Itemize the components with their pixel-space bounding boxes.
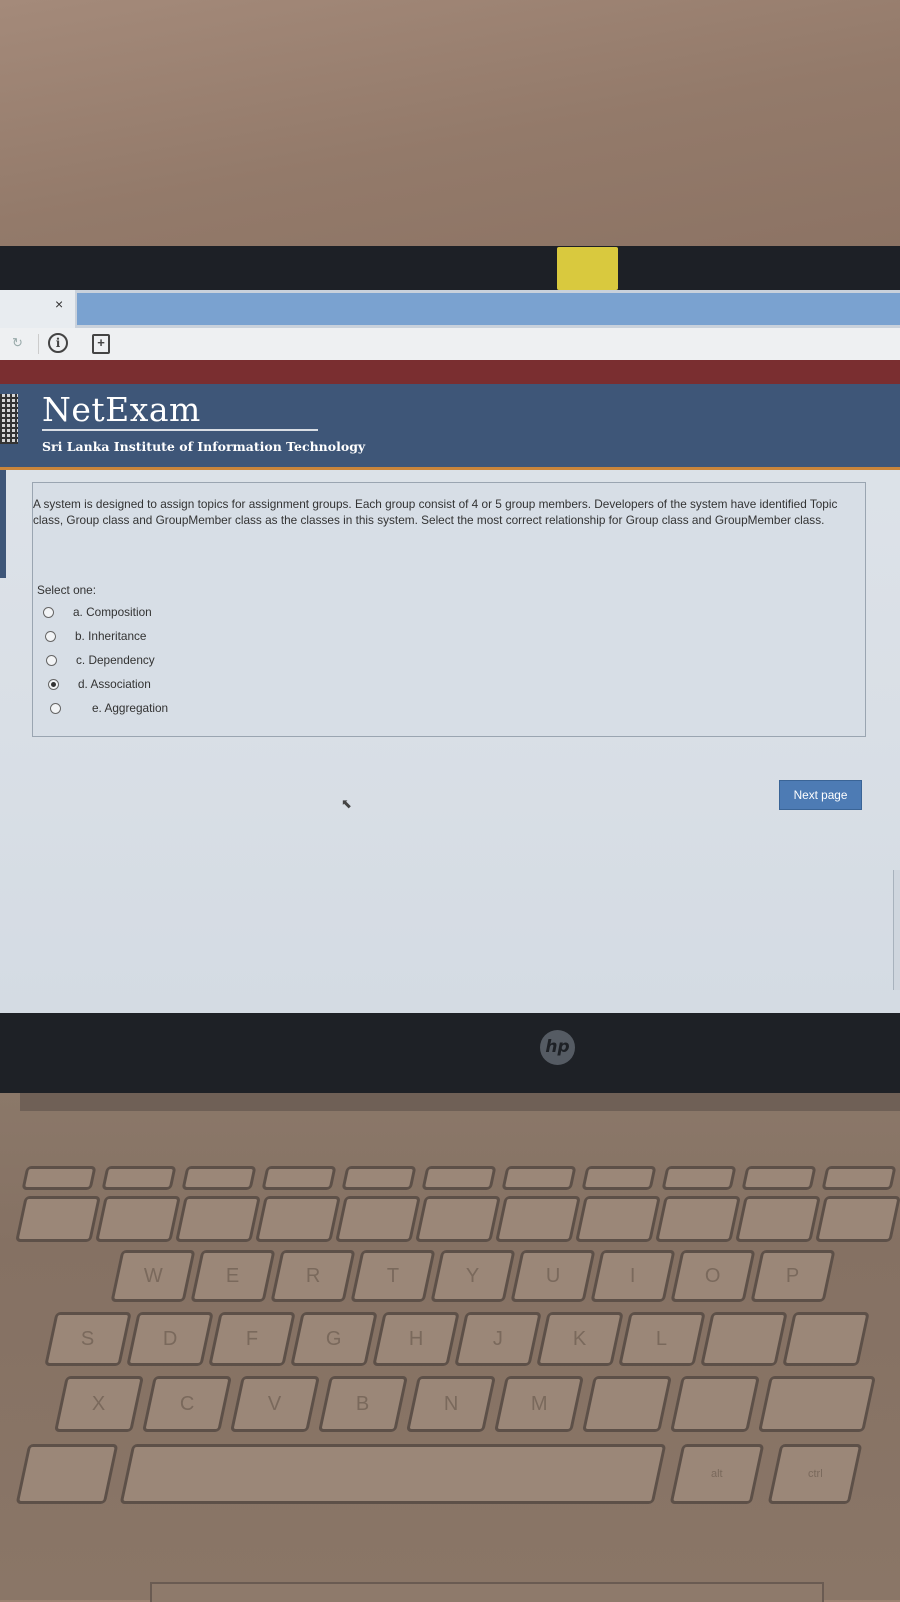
logo-icon bbox=[0, 394, 18, 444]
key-j: J bbox=[454, 1312, 542, 1366]
keyboard-key bbox=[21, 1166, 97, 1190]
key-o: O bbox=[670, 1250, 756, 1302]
radio-button[interactable] bbox=[45, 631, 56, 642]
key-x: X bbox=[54, 1376, 144, 1432]
keyboard-key bbox=[175, 1196, 261, 1242]
question-box: A system is designed to assign topics fo… bbox=[32, 482, 866, 737]
option-label: b. Inheritance bbox=[75, 629, 147, 643]
radio-button[interactable] bbox=[50, 703, 61, 714]
key-l: L bbox=[618, 1312, 706, 1366]
key-p: P bbox=[750, 1250, 836, 1302]
keyboard-key bbox=[255, 1196, 341, 1242]
keyboard-key bbox=[735, 1196, 821, 1242]
key-h: H bbox=[372, 1312, 460, 1366]
hp-logo: hp bbox=[540, 1030, 575, 1065]
key-alt: alt bbox=[669, 1444, 765, 1504]
key-ctrl: ctrl bbox=[767, 1444, 863, 1504]
close-icon[interactable]: × bbox=[55, 296, 63, 312]
key-e: E bbox=[190, 1250, 276, 1302]
key-w: W bbox=[110, 1250, 196, 1302]
screen-bezel-top bbox=[0, 246, 900, 292]
side-panel-edge bbox=[893, 870, 900, 990]
key-u: U bbox=[510, 1250, 596, 1302]
reload-icon[interactable]: ↻ bbox=[12, 335, 23, 351]
background-wall bbox=[0, 0, 900, 250]
keyboard-key bbox=[335, 1196, 421, 1242]
key-f: F bbox=[208, 1312, 296, 1366]
keyboard-key bbox=[582, 1376, 672, 1432]
option-label: c. Dependency bbox=[76, 653, 155, 667]
browser-tab[interactable]: × bbox=[0, 290, 75, 328]
keyboard-key bbox=[15, 1444, 119, 1504]
keyboard-key bbox=[670, 1376, 760, 1432]
keyboard-key bbox=[341, 1166, 417, 1190]
radio-button[interactable] bbox=[46, 655, 57, 666]
key-m: M bbox=[494, 1376, 584, 1432]
spacebar-key bbox=[119, 1444, 667, 1504]
toolbar-divider bbox=[38, 334, 39, 354]
mouse-cursor-icon: ⬉ bbox=[341, 796, 352, 811]
browser-toolbar: ↻ i + bbox=[0, 328, 900, 360]
key-n: N bbox=[406, 1376, 496, 1432]
keyboard-key bbox=[581, 1166, 657, 1190]
select-one-label: Select one: bbox=[37, 583, 97, 597]
page-icon[interactable]: + bbox=[92, 334, 110, 354]
side-strip bbox=[0, 470, 6, 578]
keyboard-key bbox=[501, 1166, 577, 1190]
site-header: NetExam Sri Lanka Institute of Informati… bbox=[0, 384, 900, 467]
keyboard-key bbox=[181, 1166, 257, 1190]
keyboard-key bbox=[661, 1166, 737, 1190]
key-d: D bbox=[126, 1312, 214, 1366]
key-c: C bbox=[142, 1376, 232, 1432]
key-k: K bbox=[536, 1312, 624, 1366]
keyboard-key bbox=[261, 1166, 337, 1190]
keyboard-key bbox=[741, 1166, 817, 1190]
header-underline bbox=[0, 467, 900, 470]
key-t: T bbox=[350, 1250, 436, 1302]
next-page-button[interactable]: Next page bbox=[779, 780, 862, 810]
site-subtitle: Sri Lanka Institute of Information Techn… bbox=[42, 439, 366, 454]
radio-button-selected[interactable] bbox=[48, 679, 59, 690]
browser-tab-bar: × bbox=[0, 290, 900, 328]
keyboard-key bbox=[101, 1166, 177, 1190]
question-text: A system is designed to assign topics fo… bbox=[33, 497, 838, 527]
keyboard-key bbox=[815, 1196, 900, 1242]
key-s: S bbox=[44, 1312, 132, 1366]
keyboard-key bbox=[758, 1376, 876, 1432]
keyboard-key bbox=[421, 1166, 497, 1190]
laptop-hinge bbox=[20, 1093, 900, 1111]
key-y: Y bbox=[430, 1250, 516, 1302]
keyboard-key bbox=[821, 1166, 897, 1190]
key-v: V bbox=[230, 1376, 320, 1432]
browser-tab-strip bbox=[77, 293, 900, 325]
keyboard-key bbox=[495, 1196, 581, 1242]
laptop-screen: × ↻ i + NetExam Sri Lanka Institute of I… bbox=[0, 290, 900, 1013]
trackpad bbox=[150, 1582, 824, 1602]
radio-button[interactable] bbox=[43, 607, 54, 618]
key-b: B bbox=[318, 1376, 408, 1432]
key-r: R bbox=[270, 1250, 356, 1302]
keyboard-key bbox=[15, 1196, 101, 1242]
keyboard-key bbox=[655, 1196, 741, 1242]
keyboard-key bbox=[415, 1196, 501, 1242]
option-label: d. Association bbox=[78, 677, 151, 691]
top-accent-bar bbox=[0, 360, 900, 384]
keyboard-key bbox=[95, 1196, 181, 1242]
info-icon[interactable]: i bbox=[48, 333, 68, 353]
keyboard-key bbox=[700, 1312, 788, 1366]
screen-bezel-bottom bbox=[0, 1013, 900, 1093]
keyboard-key bbox=[782, 1312, 870, 1366]
option-label: a. Composition bbox=[73, 605, 152, 619]
key-i: I bbox=[590, 1250, 676, 1302]
webcam-cover-sticky-note bbox=[557, 247, 618, 290]
site-title: NetExam bbox=[42, 390, 201, 429]
title-divider bbox=[42, 429, 318, 431]
option-label: e. Aggregation bbox=[92, 701, 169, 715]
key-g: G bbox=[290, 1312, 378, 1366]
keyboard-key bbox=[575, 1196, 661, 1242]
